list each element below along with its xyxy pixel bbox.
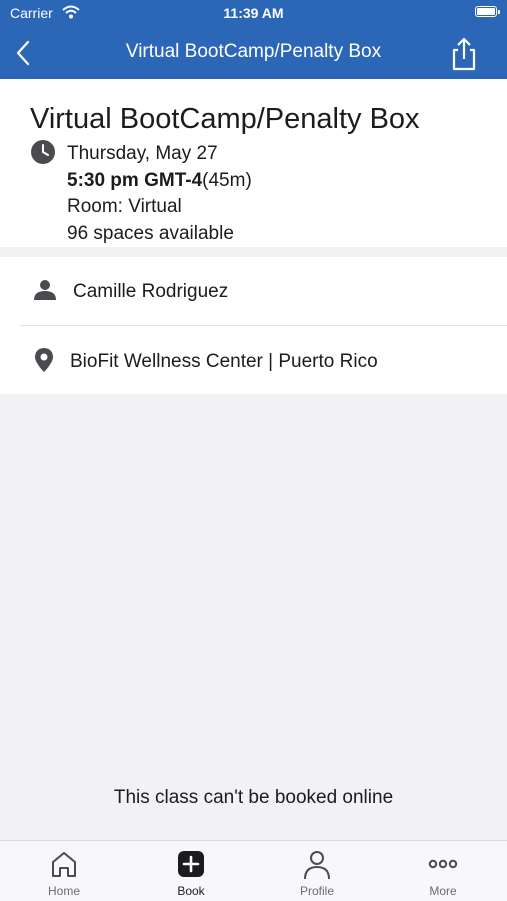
class-date: Thursday, May 27: [67, 143, 218, 164]
nav-title: Virtual BootCamp/Penalty Box: [125, 41, 382, 62]
booking-notice: This class can't be booked online: [113, 787, 394, 808]
instructor-name: Camille Rodriguez: [73, 281, 229, 302]
chevron-left-icon: [16, 40, 30, 66]
back-button[interactable]: [10, 36, 40, 70]
more-dots-icon: [428, 856, 458, 874]
person-icon: [34, 279, 56, 306]
tab-book[interactable]: Book: [128, 841, 254, 901]
list-item-location[interactable]: BioFit Wellness Center | Puerto Rico: [0, 326, 507, 394]
home-icon: [50, 850, 78, 883]
class-title: Virtual BootCamp/Penalty Box: [30, 103, 420, 135]
class-spaces: 96 spaces available: [67, 223, 234, 244]
class-room: Room: Virtual: [67, 196, 182, 217]
tab-bar: Home Book Profile More: [0, 840, 507, 901]
location-name: BioFit Wellness Center | Puerto Rico: [70, 351, 378, 372]
tab-profile-label: Profile: [299, 884, 334, 898]
nav-bar: Virtual BootCamp/Penalty Box: [0, 28, 507, 79]
battery-icon: [475, 6, 500, 17]
class-time-line: 5:30 pm GMT-4(45m): [67, 170, 252, 192]
profile-icon: [303, 850, 331, 885]
header: Carrier 11:39 AM Virtual BootCamp/Penalt…: [0, 0, 507, 79]
status-time: 11:39 AM: [223, 5, 284, 21]
share-icon: [452, 37, 476, 71]
add-square-icon: [177, 850, 205, 883]
tab-book-label: Book: [177, 884, 205, 898]
status-bar: Carrier 11:39 AM: [0, 0, 507, 28]
list-item-instructor[interactable]: Camille Rodriguez: [0, 257, 507, 326]
details-list: Camille Rodriguez BioFit Wellness Center…: [0, 257, 507, 394]
share-button[interactable]: [447, 36, 481, 72]
tab-more[interactable]: More: [380, 841, 506, 901]
tab-home[interactable]: Home: [1, 841, 127, 901]
location-pin-icon: [34, 348, 54, 377]
tab-profile[interactable]: Profile: [254, 841, 380, 901]
clock-icon: [30, 139, 56, 170]
tab-more-label: More: [429, 884, 457, 898]
class-time: 5:30 pm GMT-4: [67, 170, 203, 191]
tab-home-label: Home: [47, 884, 80, 898]
class-duration: (45m): [202, 170, 252, 191]
